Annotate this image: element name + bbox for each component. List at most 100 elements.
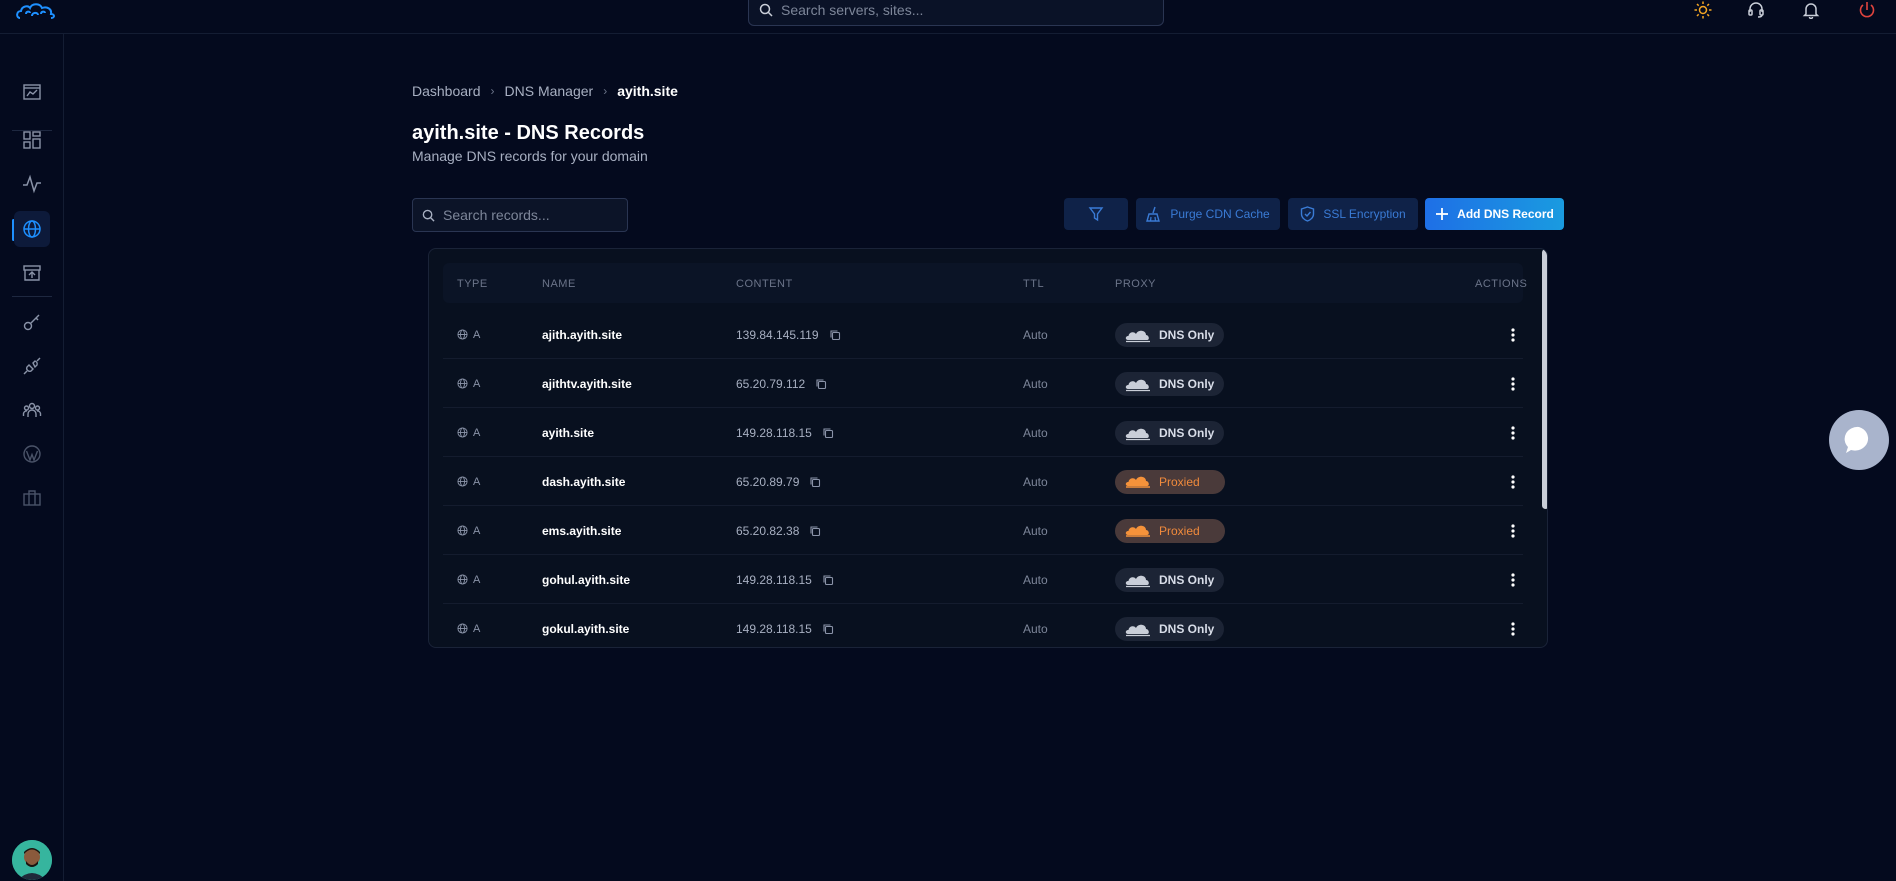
table-row[interactable]: Aajithtv.ayith.site 65.20.79.112 Auto DNS O… xyxy=(443,359,1523,408)
column-header-proxy[interactable]: PROXY xyxy=(1115,278,1156,290)
search-icon xyxy=(759,3,773,17)
bell-icon xyxy=(1802,3,1820,19)
copy-icon[interactable] xyxy=(809,476,821,488)
record-type: A xyxy=(457,408,480,457)
dns-records-table: TYPE NAME CONTENT TTL PROXY ACTIONS Aaji… xyxy=(428,248,1548,648)
record-ttl: Auto xyxy=(1023,621,1048,636)
table-row[interactable]: Agokul.ayith.site 149.28.118.15 Auto DNS On… xyxy=(443,604,1523,647)
proxy-status-toggle[interactable]: DNS Only xyxy=(1115,567,1225,592)
key-icon xyxy=(23,314,40,331)
row-actions-button[interactable] xyxy=(1503,457,1523,506)
proxy-status-label: DNS Only xyxy=(1159,621,1215,636)
ssl-encryption-button[interactable]: SSL Encryption xyxy=(1288,198,1418,230)
table-scrollbar[interactable] xyxy=(1542,249,1547,509)
chevron-right-icon: › xyxy=(490,84,495,98)
table-row[interactable]: Aayith.site 149.28.118.15 Auto DNS Only xyxy=(443,408,1523,457)
chat-widget-button[interactable] xyxy=(1829,410,1889,470)
brand-logo[interactable] xyxy=(14,0,58,22)
row-actions-button[interactable] xyxy=(1503,310,1523,359)
row-actions-button[interactable] xyxy=(1503,506,1523,555)
notifications-button[interactable] xyxy=(1800,0,1822,20)
copy-icon[interactable] xyxy=(829,329,841,341)
copy-icon[interactable] xyxy=(822,574,834,586)
record-content-value: 65.20.79.112 xyxy=(736,376,806,391)
table-row[interactable]: Agohul.ayith.site 149.28.118.15 Auto DNS On… xyxy=(443,555,1523,604)
chart-board-icon xyxy=(23,84,41,100)
sidebar-item-integrations[interactable] xyxy=(14,348,50,384)
record-content-value: 65.20.89.79 xyxy=(736,474,800,489)
support-button[interactable] xyxy=(1745,0,1767,20)
proxy-status-toggle[interactable]: DNS Only xyxy=(1115,616,1225,641)
proxy-status-label: DNS Only xyxy=(1159,572,1215,587)
sidebar-item-services[interactable] xyxy=(14,480,50,516)
sidebar-item-dns[interactable] xyxy=(14,211,50,247)
logout-button[interactable] xyxy=(1856,0,1878,20)
add-dns-record-button[interactable]: Add DNS Record xyxy=(1425,198,1564,230)
copy-icon[interactable] xyxy=(815,378,827,390)
column-header-ttl[interactable]: TTL xyxy=(1023,278,1044,290)
row-actions-button[interactable] xyxy=(1503,359,1523,408)
column-header-name[interactable]: NAME xyxy=(542,278,576,290)
table-row[interactable]: Aajith.ayith.site 139.84.145.119 Auto DNS O… xyxy=(443,310,1523,359)
table-row[interactable]: Adash.ayith.site 65.20.89.79 Auto Proxied xyxy=(443,457,1523,506)
proxy-status-toggle[interactable]: DNS Only xyxy=(1115,371,1225,396)
proxy-status-toggle[interactable]: Proxied xyxy=(1115,518,1225,543)
sidebar-item-overview[interactable] xyxy=(14,74,50,110)
globe-icon xyxy=(457,378,468,389)
record-content-value: 149.28.118.15 xyxy=(736,425,812,440)
theme-toggle-button[interactable] xyxy=(1692,0,1714,20)
breadcrumb-dns-manager[interactable]: DNS Manager xyxy=(505,83,594,99)
sidebar-item-dashboard[interactable] xyxy=(14,122,50,158)
row-actions-button[interactable] xyxy=(1503,408,1523,457)
add-dns-record-label: Add DNS Record xyxy=(1457,207,1554,221)
page-title: ayith.site - DNS Records xyxy=(412,122,645,144)
column-header-content[interactable]: CONTENT xyxy=(736,278,793,290)
record-proxy: Proxied xyxy=(1115,457,1225,506)
breadcrumb-dashboard[interactable]: Dashboard xyxy=(412,83,481,99)
row-actions-button[interactable] xyxy=(1503,555,1523,604)
globe-icon xyxy=(457,427,468,438)
sidebar-item-wordpress[interactable] xyxy=(14,436,50,472)
purge-cdn-cache-button[interactable]: Purge CDN Cache xyxy=(1136,198,1280,230)
table-row[interactable]: Aems.ayith.site 65.20.82.38 Auto Proxied xyxy=(443,506,1523,555)
record-content: 149.28.118.15 xyxy=(736,408,834,457)
record-name: dash.ayith.site xyxy=(542,474,626,489)
record-content: 149.28.118.15 xyxy=(736,555,834,604)
proxy-status-toggle[interactable]: Proxied xyxy=(1115,469,1225,494)
proxy-status-label: Proxied xyxy=(1159,474,1200,489)
briefcase-icon xyxy=(23,490,41,506)
globe-icon xyxy=(457,476,468,487)
record-proxy: DNS Only xyxy=(1115,359,1225,408)
column-header-type[interactable]: TYPE xyxy=(457,278,488,290)
top-bar xyxy=(0,0,1896,34)
copy-icon[interactable] xyxy=(809,525,821,537)
global-search-input[interactable] xyxy=(781,2,1141,18)
breadcrumb: Dashboard › DNS Manager › ayith.site xyxy=(412,83,678,99)
record-search-box[interactable] xyxy=(412,198,628,232)
cloud-proxied-icon xyxy=(1125,476,1150,488)
record-content-value: 149.28.118.15 xyxy=(736,572,812,587)
globe-icon xyxy=(457,525,468,536)
global-search-box[interactable] xyxy=(748,0,1164,26)
sidebar-item-storage[interactable] xyxy=(14,255,50,291)
record-type: A xyxy=(457,604,480,647)
sidebar-item-monitoring[interactable] xyxy=(14,166,50,202)
user-avatar[interactable] xyxy=(12,840,52,880)
proxy-status-toggle[interactable]: DNS Only xyxy=(1115,420,1225,445)
copy-icon[interactable] xyxy=(822,623,834,635)
sidebar-item-team[interactable] xyxy=(14,392,50,428)
proxy-status-label: DNS Only xyxy=(1159,376,1215,391)
sidebar xyxy=(0,34,64,881)
filter-button[interactable] xyxy=(1064,198,1128,230)
proxy-status-toggle[interactable]: DNS Only xyxy=(1115,322,1225,347)
record-type-label: A xyxy=(473,377,481,390)
record-type: A xyxy=(457,506,480,555)
record-name: ajithtv.ayith.site xyxy=(542,376,632,391)
row-actions-button[interactable] xyxy=(1503,604,1523,647)
globe-icon xyxy=(457,329,468,340)
sidebar-item-keys[interactable] xyxy=(14,304,50,340)
record-search-input[interactable] xyxy=(443,207,623,223)
proxy-status-label: DNS Only xyxy=(1159,327,1215,342)
headset-icon xyxy=(1748,2,1764,18)
copy-icon[interactable] xyxy=(822,427,834,439)
